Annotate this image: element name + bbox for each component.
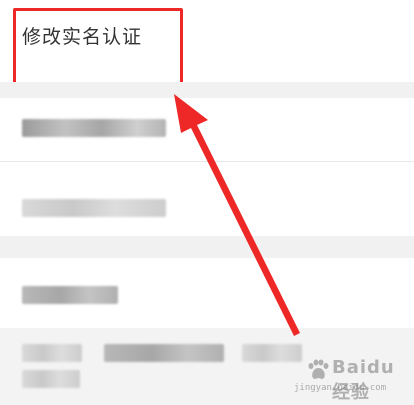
section-gap	[0, 82, 414, 98]
watermark-url: jingyan.baidu.com	[294, 383, 387, 393]
section-gap	[0, 236, 414, 258]
list-item[interactable]	[0, 98, 414, 162]
blurred-text	[22, 286, 118, 304]
highlight-box	[13, 8, 183, 88]
blurred-text	[22, 344, 82, 362]
blurred-text	[22, 119, 166, 137]
blurred-text	[104, 344, 224, 362]
blurred-text	[22, 370, 80, 388]
list-item[interactable]	[0, 258, 414, 328]
blurred-text	[22, 199, 166, 217]
list-item[interactable]	[0, 162, 414, 236]
watermark-brand: Baidu经验	[332, 357, 395, 403]
paw-icon	[308, 359, 329, 379]
baidu-watermark: Baidu经验 jingyan.baidu.com	[288, 355, 408, 403]
